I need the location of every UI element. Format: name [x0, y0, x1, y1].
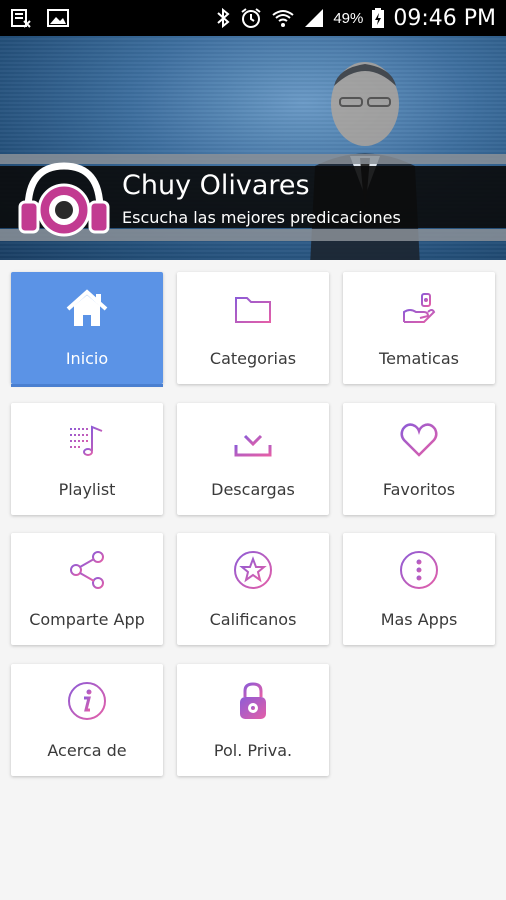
menu-tile-comparte-app[interactable]: Comparte App	[11, 533, 163, 645]
info-icon	[68, 682, 106, 720]
menu-label: Tematicas	[379, 349, 459, 368]
keyboard-x-icon	[11, 9, 31, 28]
menu-label: Acerca de	[47, 741, 127, 760]
playlist-icon	[70, 425, 103, 456]
bluetooth-icon	[217, 7, 230, 29]
menu-label: Comparte App	[29, 610, 145, 629]
signal-icon	[305, 9, 324, 27]
menu-label: Pol. Priva.	[213, 741, 293, 760]
menu-label: Calificanos	[209, 610, 297, 629]
privacy-lock-icon	[240, 682, 266, 719]
app-title: Chuy Olivares	[122, 170, 310, 201]
menu-label: Mas Apps	[380, 610, 458, 629]
menu-label: Descargas	[211, 480, 295, 499]
battery-charging-icon	[372, 8, 385, 28]
menu-tile-mas-apps[interactable]: Mas Apps	[343, 533, 495, 645]
clock: 09:46 PM	[393, 5, 496, 31]
header-banner: Chuy Olivares Escucha las mejores predic…	[0, 36, 506, 260]
menu-label: Categorias	[209, 349, 297, 368]
menu-tile-acerca-de[interactable]: Acerca de	[11, 664, 163, 776]
menu-tile-favoritos[interactable]: Favoritos	[343, 403, 495, 515]
menu-tile-pol-priva[interactable]: Pol. Priva.	[177, 664, 329, 776]
folder-icon	[235, 297, 271, 323]
menu-label: Playlist	[58, 480, 116, 499]
menu-label: Favoritos	[382, 480, 456, 499]
menu-tile-categorias[interactable]: Categorias	[177, 272, 329, 384]
more-vertical-icon	[400, 551, 438, 589]
gallery-icon	[47, 9, 69, 27]
star-icon	[234, 551, 272, 589]
battery-percent: 49%	[333, 9, 364, 27]
heart-icon	[400, 423, 438, 457]
alarm-icon	[241, 8, 261, 28]
menu-tile-tematicas[interactable]: Tematicas	[343, 272, 495, 384]
hand-topics-icon	[403, 293, 436, 323]
menu-tile-playlist[interactable]: Playlist	[11, 403, 163, 515]
wifi-icon	[272, 10, 294, 27]
menu-label: Inicio	[65, 349, 109, 368]
menu-tile-descargas[interactable]: Descargas	[177, 403, 329, 515]
home-icon	[66, 289, 108, 326]
download-icon	[234, 423, 272, 457]
menu-tile-calificanos[interactable]: Calificanos	[177, 533, 329, 645]
status-bar: 49% 09:46 PM	[0, 0, 506, 36]
app-logo	[18, 162, 110, 237]
menu-tile-inicio[interactable]: Inicio	[11, 272, 163, 387]
share-icon	[70, 551, 104, 589]
app-subtitle: Escucha las mejores predicaciones	[122, 208, 401, 227]
